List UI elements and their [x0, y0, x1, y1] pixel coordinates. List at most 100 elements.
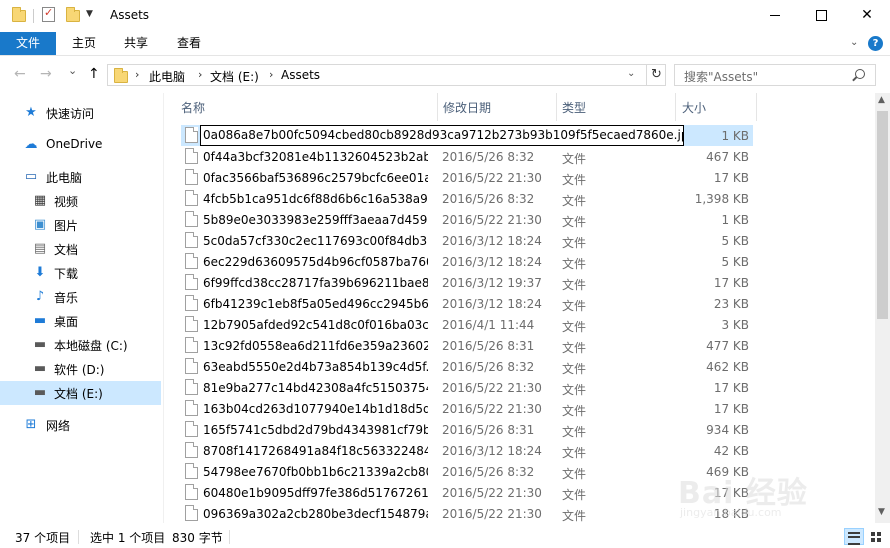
file-row[interactable]: 13c92fd0558ea6d211fd6e359a23602... 2016/5… — [170, 335, 876, 356]
properties-icon[interactable] — [42, 6, 55, 22]
file-size: 1,398 KB — [694, 192, 749, 206]
sidebar-item[interactable]: ★ 快速访问 — [0, 101, 161, 125]
breadcrumb-separator[interactable]: › — [135, 68, 139, 81]
address-dropdown-icon[interactable]: ⌄ — [627, 68, 635, 79]
column-header-date[interactable]: 修改日期 — [432, 93, 557, 119]
recent-locations-chevron-icon[interactable]: ⌄ — [68, 64, 77, 77]
file-row[interactable]: 0fac3566baf536896c2579bcfc6ee01a... 2016/… — [170, 167, 876, 188]
file-row[interactable]: 81e9ba277c14bd42308a4fc51503754... 2016/5… — [170, 377, 876, 398]
file-size: 934 KB — [706, 423, 749, 437]
file-type: 文件 — [562, 236, 587, 250]
status-separator — [78, 530, 79, 544]
file-date: 2016/5/22 21:30 — [442, 402, 542, 416]
address-bar[interactable]: › 此电脑 › 文档 (E:) › Assets ⌄ ↻ — [107, 64, 666, 86]
file-date: 2016/5/22 21:30 — [442, 507, 542, 521]
new-folder-icon[interactable] — [66, 7, 80, 22]
file-row[interactable]: 5b89e0e3033983e259fff3aeaa7d459e... 2016/… — [170, 209, 876, 230]
breadcrumb-separator[interactable]: › — [198, 68, 202, 81]
sidebar-item[interactable]: ☁ OneDrive — [0, 133, 161, 157]
file-row[interactable]: 4fcb5b1ca951dc6f88d6b6c16a538a9... 2016/5… — [170, 188, 876, 209]
column-divider[interactable] — [756, 93, 757, 121]
file-row[interactable]: 5c0da57cf330c2ec117693c00f84db36... 2016/… — [170, 230, 876, 251]
file-row[interactable]: 6fb41239c1eb8f5a05ed496cc2945b6... 2016/3… — [170, 293, 876, 314]
tab-view[interactable]: 查看 — [165, 32, 213, 55]
minimize-button[interactable] — [752, 0, 798, 30]
scrollbar-thumb[interactable] — [877, 111, 888, 319]
sidebar-item[interactable]: ♪ 音乐 — [0, 285, 161, 309]
file-icon — [185, 148, 198, 164]
file-row[interactable]: 0a086a8e7b00fc5094cbed80cb8928d93ca9712b… — [170, 125, 876, 146]
tab-share[interactable]: 共享 — [112, 32, 160, 55]
file-icon — [185, 316, 198, 332]
breadcrumb-separator[interactable]: › — [269, 68, 273, 81]
quick-access-toolbar-dropdown-icon[interactable]: ▼ — [86, 9, 93, 19]
file-type: 文件 — [562, 299, 587, 313]
breadcrumb-assets[interactable]: Assets — [281, 68, 320, 82]
large-icons-view-button[interactable] — [866, 528, 886, 545]
breadcrumb-this-pc[interactable]: 此电脑 — [149, 68, 185, 85]
search-icon[interactable] — [855, 69, 865, 79]
file-icon — [185, 337, 198, 353]
file-row[interactable]: 0f44a3bcf32081e4b1132604523b2ab... 2016/5… — [170, 146, 876, 167]
sidebar-item[interactable]: ▬ 软件 (D:) — [0, 357, 161, 381]
file-row[interactable]: 8708f1417268491a84f18c5633224847... 2016/… — [170, 440, 876, 461]
sidebar-item-label: 图片 — [54, 219, 79, 233]
column-header-type[interactable]: 类型 — [551, 93, 669, 119]
sidebar-item[interactable]: ▬ 文档 (E:) — [0, 381, 161, 405]
computer-icon: ▭ — [24, 169, 38, 184]
file-date: 2016/5/22 21:30 — [442, 381, 542, 395]
status-bar: 37 个项目 选中 1 个项目 830 字节 — [0, 525, 890, 548]
file-row[interactable]: 63eabd5550e2d4b73a854b139c4d5f... 2016/5/… — [170, 356, 876, 377]
file-icon — [185, 442, 198, 458]
maximize-button[interactable] — [798, 0, 844, 30]
sidebar-item[interactable]: ⬇ 下载 — [0, 261, 161, 285]
details-view-button[interactable] — [844, 528, 864, 545]
file-type: 文件 — [562, 383, 587, 397]
network-icon: ⊞ — [25, 417, 37, 432]
tab-file[interactable]: 文件 — [0, 32, 56, 55]
column-header-type-label: 类型 — [562, 101, 587, 115]
refresh-button[interactable]: ↻ — [646, 65, 666, 85]
ribbon-tabs: 文件 主页 共享 查看 ⌄ ? — [0, 32, 890, 56]
file-row[interactable]: 165f5741c5dbd2d79bd4343981cf79b... 2016/5… — [170, 419, 876, 440]
sidebar-item[interactable]: ▭ 此电脑 — [0, 165, 161, 189]
vertical-scrollbar[interactable]: ▲ ▼ — [875, 93, 890, 523]
watermark-url: jingyan.baidu.com — [680, 506, 782, 519]
back-button[interactable]: ← — [14, 66, 26, 82]
scroll-down-icon[interactable]: ▼ — [878, 507, 885, 517]
sidebar-item[interactable]: ▣ 图片 — [0, 213, 161, 237]
sidebar-item[interactable]: ▤ 文档 — [0, 237, 161, 261]
close-button[interactable]: ✕ — [844, 0, 890, 30]
drive-icon: ▬ — [33, 361, 47, 376]
file-icon — [185, 127, 198, 143]
breadcrumb-drive-e[interactable]: 文档 (E:) — [210, 68, 259, 85]
scroll-up-icon[interactable]: ▲ — [878, 95, 885, 105]
help-icon[interactable]: ? — [868, 36, 883, 51]
column-header-name[interactable]: ^ 名称 — [170, 93, 438, 119]
sidebar-item[interactable]: ▦ 视频 — [0, 189, 161, 213]
file-name: 165f5741c5dbd2d79bd4343981cf79b... — [203, 423, 428, 437]
column-header-size[interactable]: 大小 — [671, 93, 756, 119]
file-type: 文件 — [562, 257, 587, 271]
file-row[interactable]: 6ec229d63609575d4b96cf0587ba760... 2016/3… — [170, 251, 876, 272]
expand-ribbon-chevron-icon[interactable]: ⌄ — [850, 37, 858, 48]
file-icon — [185, 463, 198, 479]
sidebar-item[interactable]: ⊞ 网络 — [0, 413, 161, 437]
pane-divider[interactable] — [163, 93, 164, 523]
rename-input[interactable]: 0a086a8e7b00fc5094cbed80cb8928d93ca9712b… — [200, 125, 684, 146]
sidebar-item[interactable]: ▬ 本地磁盘 (C:) — [0, 333, 161, 357]
tab-home[interactable]: 主页 — [60, 32, 108, 55]
file-list: ^ 名称 修改日期 类型 大小 0a086a8e7b00fc5094cbed80… — [170, 93, 876, 523]
forward-button[interactable]: → — [40, 66, 52, 82]
up-button[interactable]: ↑ — [88, 66, 100, 82]
file-row[interactable]: 12b7905afded92c541d8c0f016ba03c... 2016/4… — [170, 314, 876, 335]
folder-icon[interactable] — [12, 7, 26, 22]
sort-ascending-icon: ^ — [301, 93, 309, 98]
file-row[interactable]: 163b04cd263d1077940e14b1d18d5d... 2016/5/… — [170, 398, 876, 419]
file-row[interactable]: 6f99ffcd38cc28717fa39b696211bae8... 2016/… — [170, 272, 876, 293]
search-input[interactable]: 搜索"Assets" — [674, 64, 876, 86]
sidebar-item[interactable]: ▬ 桌面 — [0, 309, 161, 333]
file-type: 文件 — [562, 152, 587, 166]
file-type: 文件 — [562, 173, 587, 187]
file-type: 文件 — [562, 425, 587, 439]
